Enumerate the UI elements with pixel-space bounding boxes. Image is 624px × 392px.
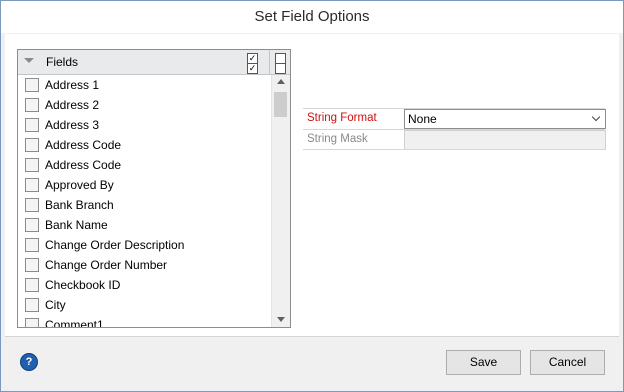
scroll-up-icon[interactable]	[277, 79, 285, 84]
fields-list: Address 1 Address 2 Address 3 Address Co…	[18, 75, 271, 327]
field-checkbox[interactable]	[25, 178, 39, 192]
fields-header: Fields ✓ ✓	[18, 50, 290, 75]
string-format-dropdown[interactable]: None	[404, 109, 606, 129]
list-item[interactable]: Change Order Description	[18, 235, 271, 255]
field-checkbox[interactable]	[25, 118, 39, 132]
field-options-grid: String Format None String Mask	[303, 108, 606, 150]
dialog-window: Set Field Options Fields ✓ ✓ Address 1 A…	[0, 0, 624, 392]
string-mask-label: String Mask	[307, 133, 368, 145]
fields-scrollbar[interactable]	[271, 75, 290, 327]
list-item[interactable]: Address 2	[18, 95, 271, 115]
cancel-button[interactable]: Cancel	[530, 350, 605, 375]
field-checkbox[interactable]	[25, 238, 39, 252]
field-label: Checkbook ID	[45, 278, 121, 292]
footer-divider	[5, 336, 619, 337]
uncheck-all-icon-lower[interactable]	[275, 63, 286, 74]
help-icon[interactable]: ?	[20, 353, 38, 371]
dialog-title: Set Field Options	[1, 1, 623, 33]
field-checkbox[interactable]	[25, 318, 39, 327]
list-item[interactable]: Address 3	[18, 115, 271, 135]
save-button[interactable]: Save	[446, 350, 521, 375]
string-mask-field	[404, 130, 606, 150]
fields-list-panel: Fields ✓ ✓ Address 1 Address 2 Address 3…	[17, 49, 291, 328]
chevron-down-icon[interactable]	[591, 112, 601, 122]
list-item[interactable]: Address Code	[18, 135, 271, 155]
field-label: Address 2	[45, 98, 100, 112]
field-checkbox[interactable]	[25, 218, 39, 232]
string-mask-row: String Mask	[303, 130, 606, 150]
field-label: Bank Name	[45, 218, 108, 232]
string-format-label: String Format	[307, 112, 377, 124]
header-divider	[269, 50, 270, 74]
list-item[interactable]: Change Order Number	[18, 255, 271, 275]
list-item[interactable]: Bank Name	[18, 215, 271, 235]
field-checkbox[interactable]	[25, 298, 39, 312]
field-label: Change Order Number	[45, 258, 168, 272]
field-checkbox[interactable]	[25, 158, 39, 172]
field-checkbox[interactable]	[25, 278, 39, 292]
field-checkbox[interactable]	[25, 258, 39, 272]
field-label: Address Code	[45, 158, 122, 172]
string-format-row: String Format None	[303, 109, 606, 129]
list-item[interactable]: Checkbook ID	[18, 275, 271, 295]
field-label: City	[45, 298, 66, 312]
field-label: Change Order Description	[45, 238, 185, 252]
scrollbar-thumb[interactable]	[274, 92, 287, 117]
field-checkbox[interactable]	[25, 138, 39, 152]
field-label: Address 3	[45, 118, 100, 132]
list-item[interactable]: Comment1	[18, 315, 271, 328]
dialog-content: Fields ✓ ✓ Address 1 Address 2 Address 3…	[5, 34, 619, 336]
list-item[interactable]: Address Code	[18, 155, 271, 175]
fields-header-label: Fields	[46, 55, 79, 69]
field-label: Approved By	[45, 178, 114, 192]
field-label: Comment1	[45, 318, 104, 328]
grid-line	[303, 149, 605, 150]
scroll-down-icon[interactable]	[277, 317, 285, 322]
list-item[interactable]: Bank Branch	[18, 195, 271, 215]
field-label: Address 1	[45, 78, 100, 92]
field-checkbox[interactable]	[25, 78, 39, 92]
field-label: Bank Branch	[45, 198, 114, 212]
check-all-icon-lower[interactable]: ✓	[247, 63, 258, 74]
field-checkbox[interactable]	[25, 198, 39, 212]
field-checkbox[interactable]	[25, 98, 39, 112]
list-item[interactable]: Address 1	[18, 75, 271, 95]
collapse-arrow-icon[interactable]	[24, 58, 34, 63]
field-label: Address Code	[45, 138, 122, 152]
list-item[interactable]: Approved By	[18, 175, 271, 195]
list-item[interactable]: City	[18, 295, 271, 315]
string-format-value: None	[408, 112, 437, 126]
